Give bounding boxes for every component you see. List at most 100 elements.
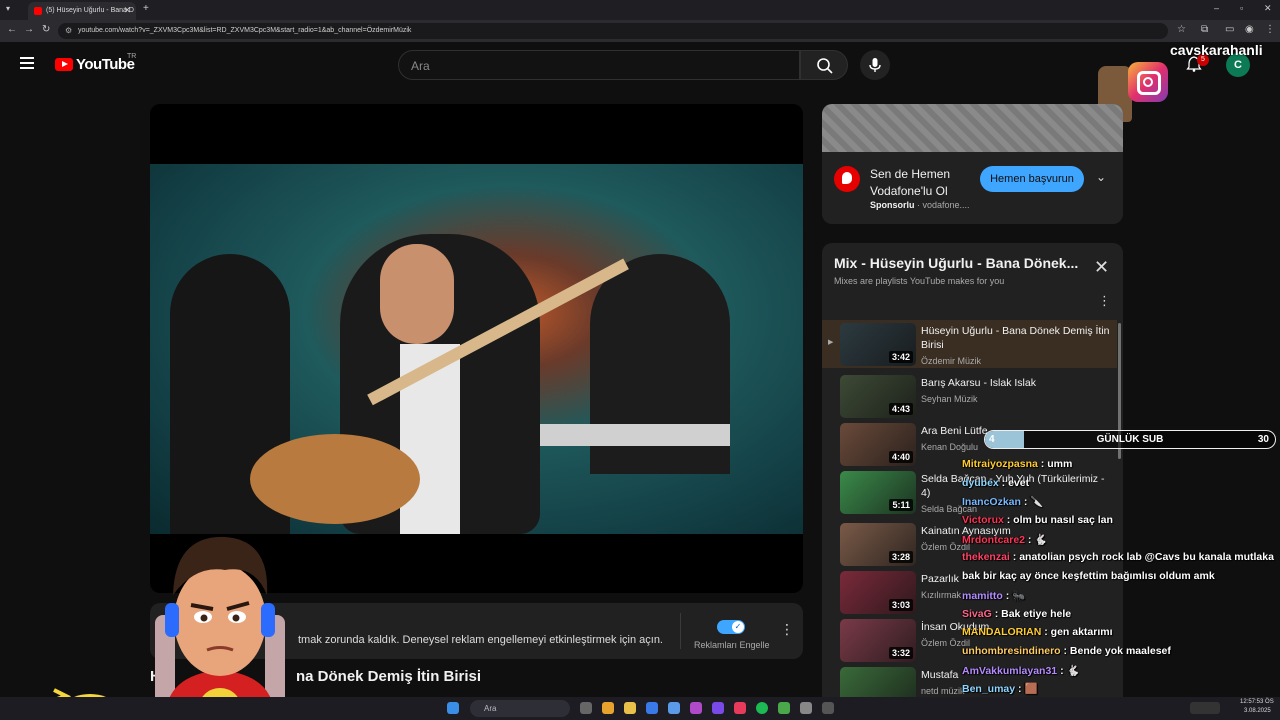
search-button[interactable] — [800, 50, 848, 80]
video-duration: 3:03 — [888, 599, 913, 611]
tab-title: (5) Hüseyin Uğurlu - Bana D — [46, 7, 134, 14]
app-icon-red[interactable] — [734, 702, 746, 714]
sponsor-headline-1: Sen de Hemen — [870, 167, 951, 181]
browser-tab-active[interactable]: (5) Hüseyin Uğurlu - Bana D ✕ — [28, 2, 136, 20]
taskbar-search-text: Ara — [484, 704, 497, 713]
video-item-channel[interactable]: Kızılırmak — [921, 590, 961, 600]
site-info-icon[interactable]: ⚙ — [65, 26, 72, 35]
chat-text: : anatolian psych rock lab @Cavs bu kana… — [1009, 551, 1274, 564]
mix-title[interactable]: Mix - Hüseyin Uğurlu - Bana Dönek... — [834, 255, 1078, 271]
video-thumbnail[interactable]: 3:03 — [840, 571, 916, 614]
sponsored-card[interactable]: Sen de Hemen Vodafone'lu Ol Sponsorlu · … — [822, 104, 1123, 224]
region-code: TR — [127, 53, 137, 60]
tab-list-icon[interactable]: ▾ — [6, 4, 10, 13]
video-duration: 4:40 — [888, 451, 913, 463]
adblock-toggle[interactable] — [717, 620, 745, 634]
back-icon[interactable]: ← — [7, 24, 17, 35]
sidebar-icon[interactable]: ▭ — [1225, 24, 1234, 35]
taskbar-search[interactable]: Ara — [470, 700, 570, 717]
window-close-icon[interactable]: ✕ — [1264, 3, 1272, 14]
video-item-channel[interactable]: Kenan Doğulu — [921, 442, 978, 452]
video-thumbnail[interactable]: 3:42 — [840, 323, 916, 366]
microphone-icon — [869, 58, 881, 72]
start-icon[interactable] — [447, 702, 459, 714]
voice-search-button[interactable] — [860, 50, 890, 80]
youtube-logo-icon[interactable] — [55, 58, 73, 71]
taskbar-date[interactable]: 3.08.2025 — [1244, 708, 1271, 714]
now-playing-icon: ▶ — [828, 339, 834, 346]
app-icon-c[interactable] — [668, 702, 680, 714]
maximize-icon[interactable]: ▫ — [1240, 3, 1243, 13]
chat-text: : 🟫 — [1015, 683, 1038, 696]
extensions-icon[interactable]: ⧉ — [1201, 24, 1208, 35]
forward-icon[interactable]: → — [24, 24, 34, 35]
chat-message: unhombresindinero : Bende yok maalesef — [962, 645, 1280, 664]
chat-text: : gen aktarımı — [1041, 626, 1113, 639]
chrome-icon[interactable] — [602, 702, 614, 714]
video-thumbnail[interactable]: 4:43 — [840, 375, 916, 418]
singer-face — [380, 244, 454, 344]
chat-username: dyubex — [962, 476, 999, 489]
app-icon-green[interactable] — [778, 702, 790, 714]
video-item-channel[interactable]: Özdemir Müzik — [921, 356, 981, 366]
close-icon[interactable]: ✕ — [1094, 257, 1109, 278]
url-text: youtube.com/watch?v=_ZXVM3Cpc3M&list=RD_… — [78, 27, 412, 34]
video-item-channel[interactable]: netd müzik — [921, 686, 965, 696]
adblock-divider — [680, 613, 681, 649]
video-item-channel[interactable]: Seyhan Müzik — [921, 394, 978, 404]
app-icon-gray[interactable] — [822, 702, 834, 714]
store-icon[interactable] — [646, 702, 658, 714]
youtube-logo-text[interactable]: YouTube — [76, 56, 135, 73]
system-tray-icons[interactable] — [1190, 702, 1220, 714]
browser-menu-icon[interactable]: ⋮ — [1265, 24, 1275, 35]
sponsored-label: Sponsorlu — [870, 200, 915, 210]
search-input[interactable]: Ara — [398, 50, 800, 80]
chat-username: InancOzkan — [962, 496, 1021, 509]
video-duration: 4:43 — [888, 403, 913, 415]
sponsor-domain: · vodafone.... — [914, 200, 970, 210]
video-item-title[interactable]: Barış Akarsu - Islak Islak — [921, 376, 1111, 390]
minimize-icon[interactable]: – — [1214, 3, 1219, 13]
search-placeholder: Ara — [411, 59, 430, 73]
playlist-item[interactable]: ▶ 3:42 Hüseyin Uğurlu - Bana Dönek Demiş İ… — [822, 320, 1117, 368]
tab-close-icon[interactable]: ✕ — [123, 5, 131, 16]
browser-tab-bar: ▾ (5) Hüseyin Uğurlu - Bana D ✕ + – ▫ ✕ — [0, 0, 1280, 20]
file-explorer-icon[interactable] — [624, 702, 636, 714]
adblock-toggle-label: Reklamları Engelle — [694, 640, 770, 650]
instagram-handle: cavskarahanli — [1170, 42, 1263, 58]
chat-message: bak bir kaç ay önce keşfettim bağımlısı … — [962, 570, 1280, 589]
reload-icon[interactable]: ↻ — [42, 24, 50, 35]
url-field[interactable]: ⚙ youtube.com/watch?v=_ZXVM3Cpc3M&list=R… — [58, 23, 1168, 39]
adblock-more-icon[interactable]: ⋮ — [780, 621, 794, 638]
playlist-menu-icon[interactable]: ⋮ — [1098, 293, 1111, 309]
menu-icon[interactable] — [20, 57, 34, 69]
video-player[interactable] — [150, 104, 803, 593]
video-item-title[interactable]: Hüseyin Uğurlu - Bana Dönek Demiş İtin B… — [921, 324, 1111, 352]
video-thumbnail[interactable]: 5:11 — [840, 471, 916, 514]
sponsor-meta: Sponsorlu · vodafone.... — [870, 200, 970, 210]
profile-icon[interactable]: ◉ — [1245, 24, 1254, 35]
video-thumbnail[interactable]: 3:32 — [840, 619, 916, 662]
sponsor-image — [822, 104, 1123, 152]
sponsor-cta-button[interactable]: Hemen başvurun — [980, 166, 1084, 192]
task-view-icon[interactable] — [580, 702, 592, 714]
video-duration: 5:11 — [889, 499, 913, 511]
chat-message: Mrdontcare2 : 🐇 — [962, 533, 1280, 552]
new-tab-icon[interactable]: + — [143, 3, 149, 14]
sponsor-headline-2: Vodafone'lu Ol — [870, 184, 948, 198]
chat-username: Ben_umay — [962, 683, 1016, 696]
discord-icon[interactable] — [690, 702, 702, 714]
windows-taskbar: Ara 12:57:53 ÖS 3.08.2025 — [0, 697, 1280, 720]
instagram-icon — [1128, 62, 1168, 102]
chevron-down-icon[interactable]: ⌄ — [1096, 170, 1106, 184]
taskbar-time[interactable]: 12:57:53 ÖS — [1240, 699, 1274, 705]
playlist-item[interactable]: 4:43 Barış Akarsu - Islak Islak Seyhan Müz… — [822, 372, 1117, 420]
video-thumbnail[interactable]: 4:40 — [840, 423, 916, 466]
bookmark-star-icon[interactable]: ☆ — [1177, 24, 1186, 35]
video-duration: 3:32 — [888, 647, 913, 659]
spotify-icon[interactable] — [756, 702, 768, 714]
stream-chat: Mitraiyozpasna : umm dyubex : evet InancOz… — [962, 458, 1280, 701]
video-thumbnail[interactable]: 3:28 — [840, 523, 916, 566]
obs-icon[interactable] — [800, 702, 812, 714]
app-icon-purple[interactable] — [712, 702, 724, 714]
